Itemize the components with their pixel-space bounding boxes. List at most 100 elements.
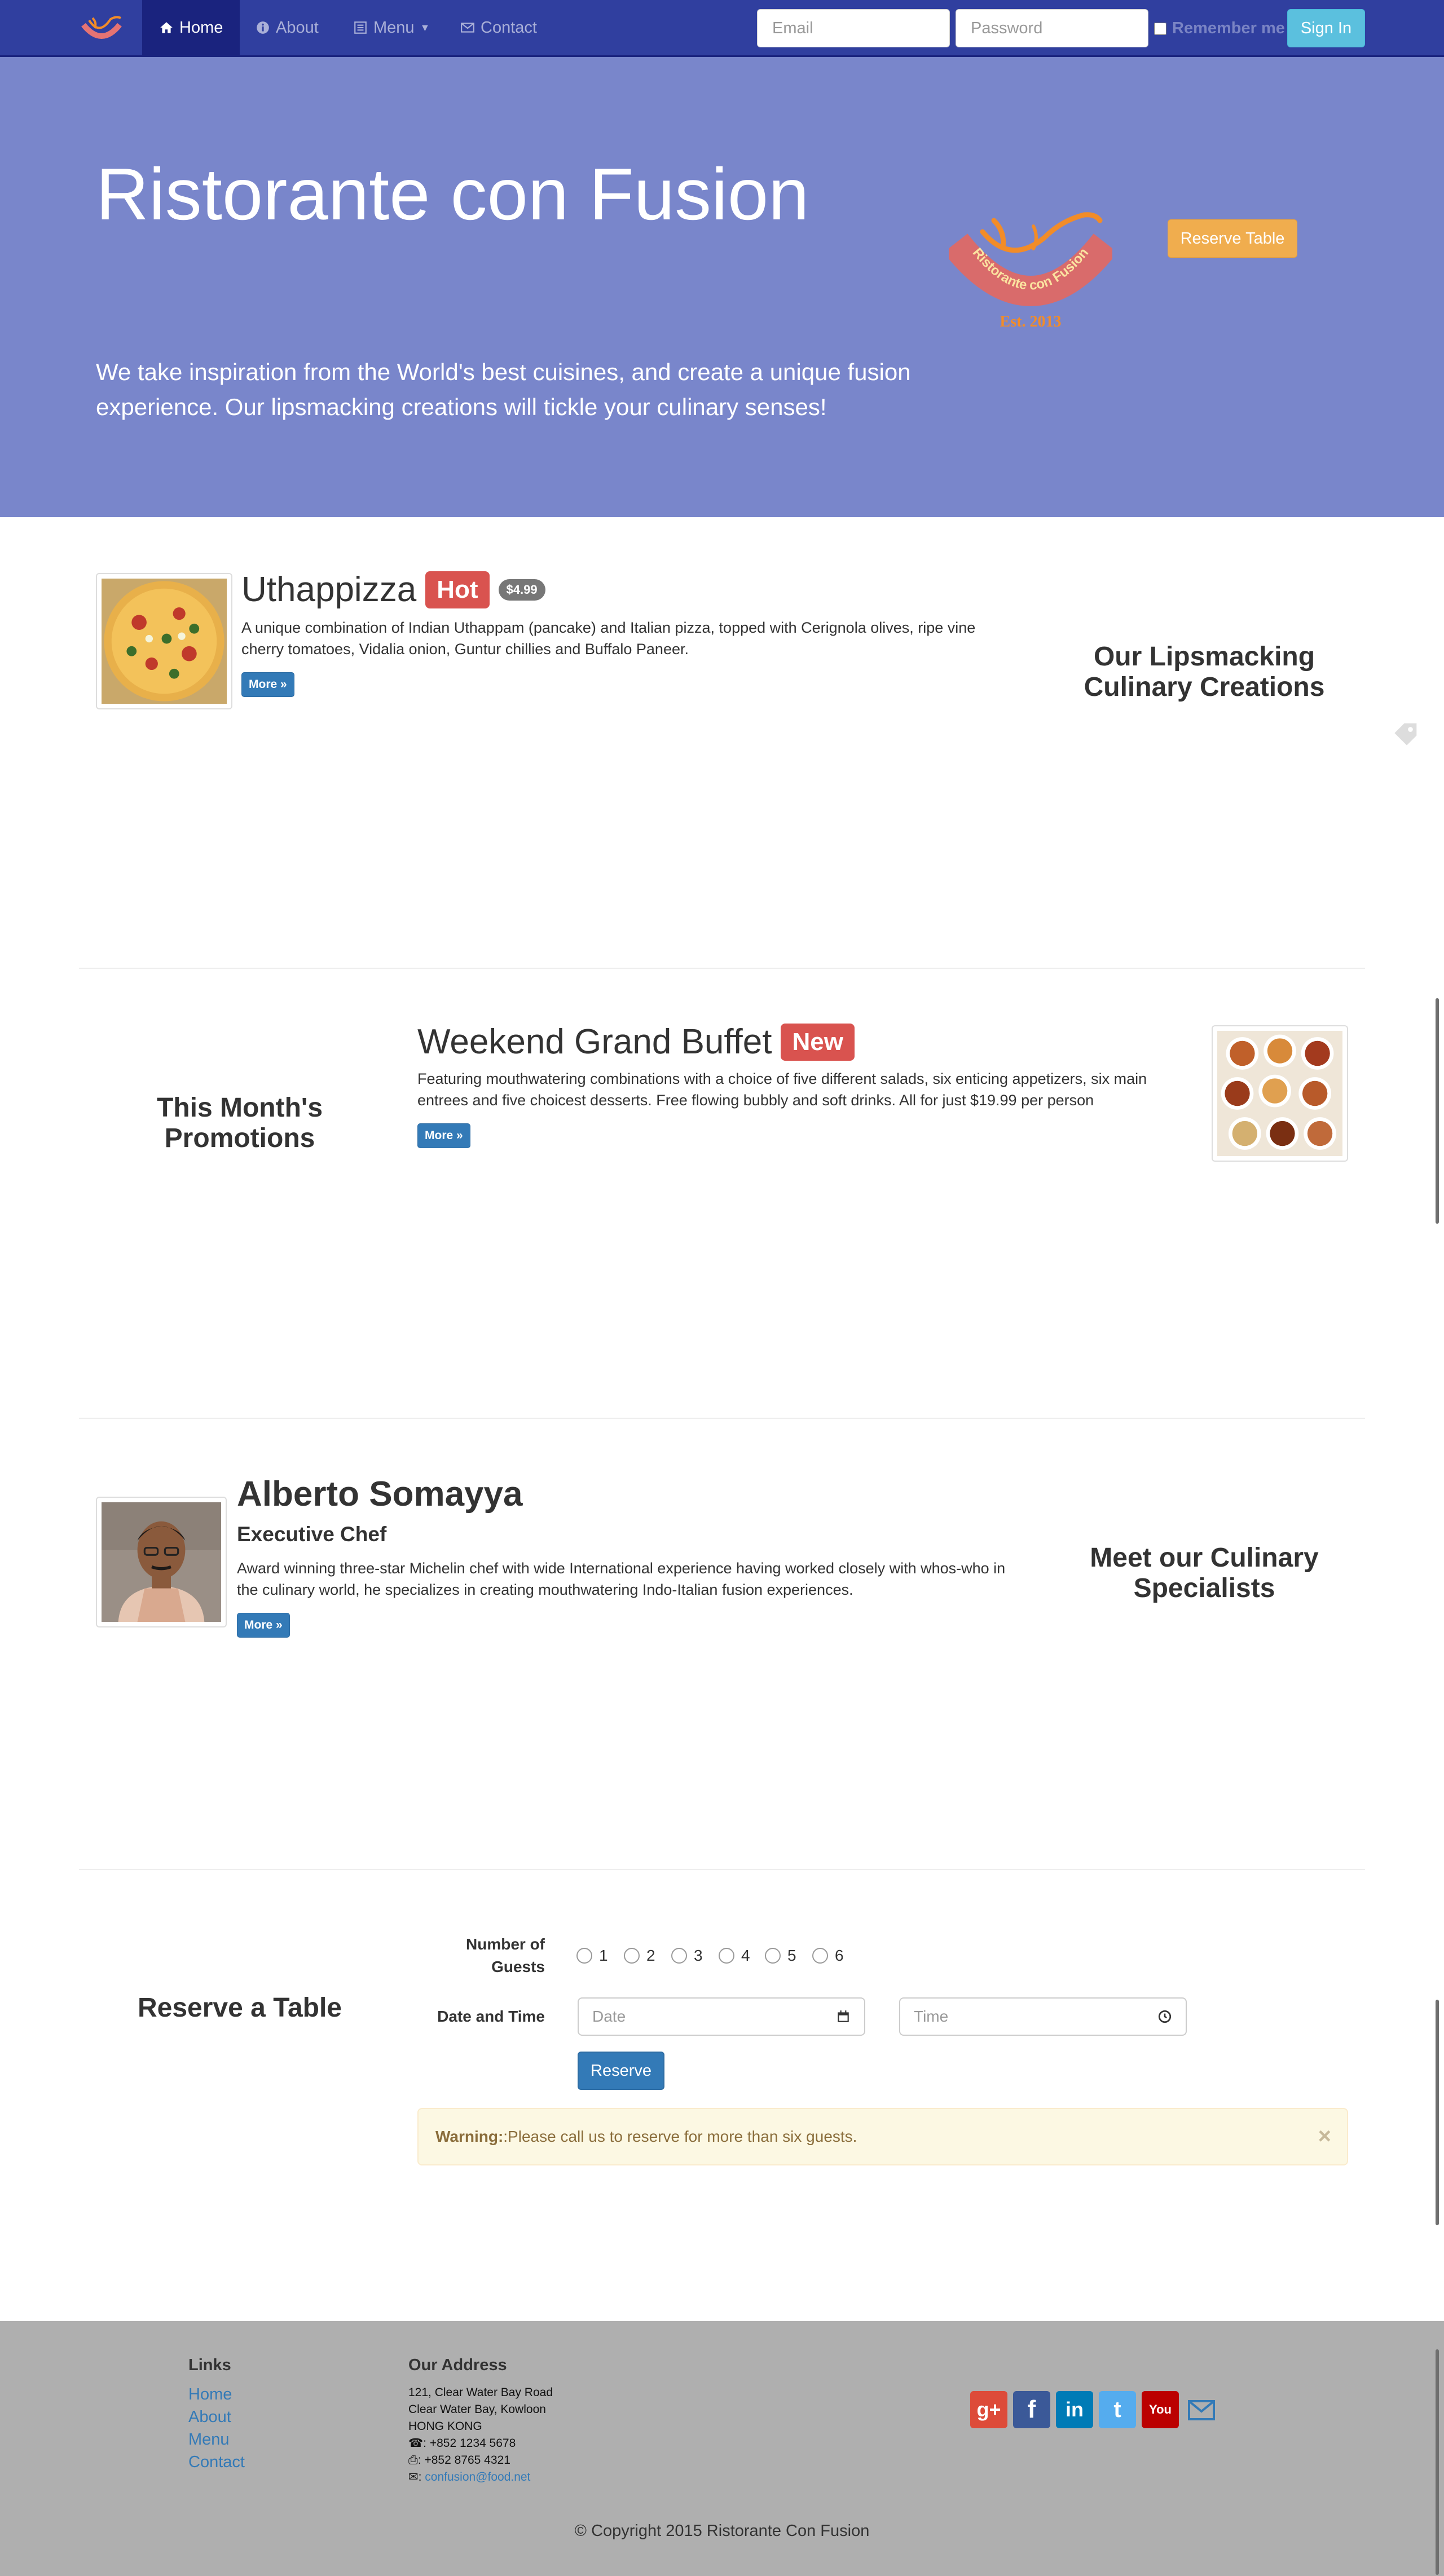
guest-option-2[interactable]: 2 bbox=[624, 1947, 655, 1965]
linkedin-icon[interactable]: in bbox=[1056, 2391, 1093, 2428]
footer-email: ✉: confusion@food.net bbox=[408, 2471, 531, 2484]
time-placeholder: Time bbox=[914, 2008, 949, 2025]
promotion-more-button[interactable]: More » bbox=[417, 1123, 470, 1148]
footer-link-contact[interactable]: Contact bbox=[188, 2453, 245, 2472]
footer-link-home[interactable]: Home bbox=[188, 2385, 232, 2404]
password-input[interactable] bbox=[956, 9, 1148, 47]
google-plus-icon[interactable]: g+ bbox=[970, 2391, 1007, 2428]
scrollbar-thumb[interactable] bbox=[1436, 998, 1439, 1224]
phone-text: : +852 1234 5678 bbox=[423, 2437, 516, 2450]
caret-down-icon: ▼ bbox=[420, 21, 430, 33]
dish-thumbnail[interactable] bbox=[96, 573, 232, 709]
warning-text: :Please call us to reserve for more than… bbox=[503, 2128, 857, 2145]
chef-photo bbox=[102, 1502, 221, 1622]
section-divider bbox=[79, 1418, 1365, 1419]
radio-circle[interactable] bbox=[671, 1948, 687, 1964]
leader-thumbnail[interactable] bbox=[96, 1497, 227, 1627]
remember-me-checkbox[interactable] bbox=[1154, 22, 1166, 35]
dish-section-heading: Our Lipsmacking Culinary Creations bbox=[1084, 642, 1325, 702]
remember-me[interactable]: Remember me bbox=[1154, 19, 1285, 38]
mail-icon[interactable] bbox=[1188, 2400, 1215, 2420]
radio-circle[interactable] bbox=[719, 1948, 734, 1964]
dish-more-button[interactable]: More » bbox=[241, 672, 294, 697]
guest-option-1[interactable]: 1 bbox=[576, 1947, 608, 1965]
section-divider bbox=[79, 968, 1365, 969]
calendar-icon[interactable] bbox=[836, 2009, 851, 2024]
fax-text: : +852 8765 4321 bbox=[417, 2454, 510, 2467]
scrollbar-thumb[interactable] bbox=[1436, 2349, 1439, 2575]
sign-in-button[interactable]: Sign In bbox=[1287, 9, 1365, 47]
fax-icon: ⎙ bbox=[408, 2454, 418, 2467]
remember-me-label: Remember me bbox=[1172, 19, 1285, 37]
dish-description: A unique combination of Indian Uthappam … bbox=[241, 619, 976, 658]
guest-option-label: 4 bbox=[741, 1947, 750, 1964]
date-placeholder: Date bbox=[592, 2008, 626, 2025]
radio-circle[interactable] bbox=[812, 1948, 828, 1964]
copyright: © Copyright 2015 Ristorante Con Fusion bbox=[574, 2522, 870, 2540]
reserve-section-heading: Reserve a Table bbox=[138, 1993, 342, 2023]
nav-menu-dropdown[interactable]: Menu ▼ bbox=[336, 0, 447, 55]
envelope-icon bbox=[461, 23, 474, 33]
footer-link-about[interactable]: About bbox=[188, 2408, 231, 2427]
logo-est: Est. 2013 bbox=[1000, 313, 1062, 330]
nav-home[interactable]: Home bbox=[142, 0, 240, 55]
radio-circle[interactable] bbox=[624, 1948, 640, 1964]
radio-circle[interactable] bbox=[576, 1948, 592, 1964]
leader-name: Alberto Somayya bbox=[237, 1475, 523, 1514]
footer-phone: ☎: +852 1234 5678 bbox=[408, 2435, 553, 2452]
nav-home-label: Home bbox=[179, 18, 223, 37]
nav-contact[interactable]: Contact bbox=[443, 0, 554, 55]
guest-option-6[interactable]: 6 bbox=[812, 1947, 844, 1965]
warning-alert: Warning::Please call us to reserve for m… bbox=[417, 2108, 1348, 2165]
brand-logo[interactable] bbox=[78, 12, 125, 46]
info-circle-icon bbox=[257, 21, 269, 34]
home-icon bbox=[160, 22, 173, 33]
time-input[interactable]: Time bbox=[899, 1997, 1187, 2036]
hot-label: Hot bbox=[425, 571, 490, 608]
reserve-table-button[interactable]: Reserve Table bbox=[1168, 219, 1297, 258]
guest-option-5[interactable]: 5 bbox=[765, 1947, 796, 1965]
twitter-icon[interactable]: t bbox=[1099, 2391, 1136, 2428]
clock-icon[interactable] bbox=[1157, 2009, 1172, 2024]
phone-icon: ☎ bbox=[408, 2437, 424, 2450]
restaurant-logo: Ristorante con Fusion Est. 2013 bbox=[949, 212, 1112, 330]
email-input[interactable] bbox=[757, 9, 950, 47]
tag-icon[interactable] bbox=[1392, 718, 1421, 748]
address-line: Clear Water Bay, Kowloon bbox=[408, 2403, 546, 2416]
reserve-submit-button[interactable]: Reserve bbox=[578, 2052, 664, 2090]
list-icon bbox=[354, 21, 367, 34]
leader-more-button[interactable]: More » bbox=[237, 1613, 290, 1638]
footer-fax: ⎙: +852 8765 4321 bbox=[408, 2452, 553, 2469]
leader-designation: Executive Chef bbox=[237, 1523, 387, 1546]
jumbotron-text: We take inspiration from the World's bes… bbox=[96, 359, 911, 420]
warning-strong: Warning: bbox=[435, 2128, 504, 2145]
youtube-icon[interactable]: You bbox=[1142, 2391, 1179, 2428]
section-divider bbox=[79, 1869, 1365, 1870]
radio-circle[interactable] bbox=[765, 1948, 781, 1964]
promotion-title: Weekend Grand Buffet New bbox=[417, 1022, 855, 1062]
jumbotron-title: Ristorante con Fusion bbox=[96, 153, 809, 235]
scrollbar-thumb[interactable] bbox=[1436, 2000, 1439, 2225]
nav-about[interactable]: About bbox=[239, 0, 336, 55]
guest-option-label: 2 bbox=[646, 1947, 655, 1964]
footer-address-heading: Our Address bbox=[408, 2356, 507, 2374]
leader-description: Award winning three-star Michelin chef w… bbox=[237, 1560, 1006, 1598]
promotion-description: Featuring mouthwatering combinations wit… bbox=[417, 1070, 1147, 1109]
nav-menu-label: Menu bbox=[373, 18, 415, 37]
datetime-label: Date and Time bbox=[437, 2008, 545, 2025]
guest-option-3[interactable]: 3 bbox=[671, 1947, 703, 1965]
close-icon[interactable]: × bbox=[1318, 2124, 1331, 2149]
guest-option-label: 6 bbox=[835, 1947, 844, 1964]
promotion-section-heading: This Month's Promotions bbox=[156, 1093, 323, 1153]
uthappizza-image bbox=[102, 579, 227, 704]
new-label: New bbox=[781, 1023, 855, 1061]
guest-option-4[interactable]: 4 bbox=[719, 1947, 750, 1965]
guest-option-label: 1 bbox=[599, 1947, 608, 1964]
footer-email-link[interactable]: confusion@food.net bbox=[425, 2471, 530, 2484]
footer-link-menu[interactable]: Menu bbox=[188, 2431, 230, 2449]
address-line: HONG KONG bbox=[408, 2420, 482, 2433]
promotion-name: Weekend Grand Buffet bbox=[417, 1022, 772, 1061]
date-input[interactable]: Date bbox=[578, 1997, 865, 2036]
promotion-thumbnail[interactable] bbox=[1212, 1025, 1348, 1162]
facebook-icon[interactable]: f bbox=[1013, 2391, 1050, 2428]
